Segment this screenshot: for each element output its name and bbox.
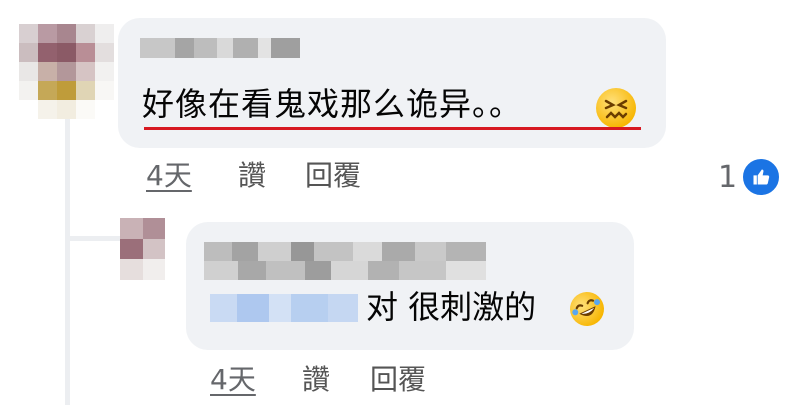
comment-text: 好像在看鬼戏那么诡异。。 [142,85,523,123]
avatar[interactable] [19,24,114,119]
comment-timestamp[interactable]: 4天 [146,162,192,190]
mention-redacted[interactable] [210,294,358,322]
thread-branch-line [65,236,125,241]
like-button[interactable]: 讚 [238,162,266,190]
replier-name-redacted[interactable] [204,242,486,280]
reply-button[interactable]: 回覆 [305,162,361,190]
like-icon [741,157,782,197]
red-underline-annotation [144,127,641,130]
commenter-name-redacted[interactable] [140,38,300,58]
thread-line [65,105,70,405]
reply-reply-button[interactable]: 回覆 [370,366,426,394]
reply-timestamp[interactable]: 4天 [210,366,256,394]
confounded-face-icon [596,88,636,128]
reply-like-button[interactable]: 讚 [302,366,330,394]
reaction-count: 1 [718,159,738,195]
reply-avatar[interactable] [120,218,165,280]
reply-text: 对 很刺激的 [366,288,537,326]
reaction-summary[interactable]: 1 [718,157,782,197]
